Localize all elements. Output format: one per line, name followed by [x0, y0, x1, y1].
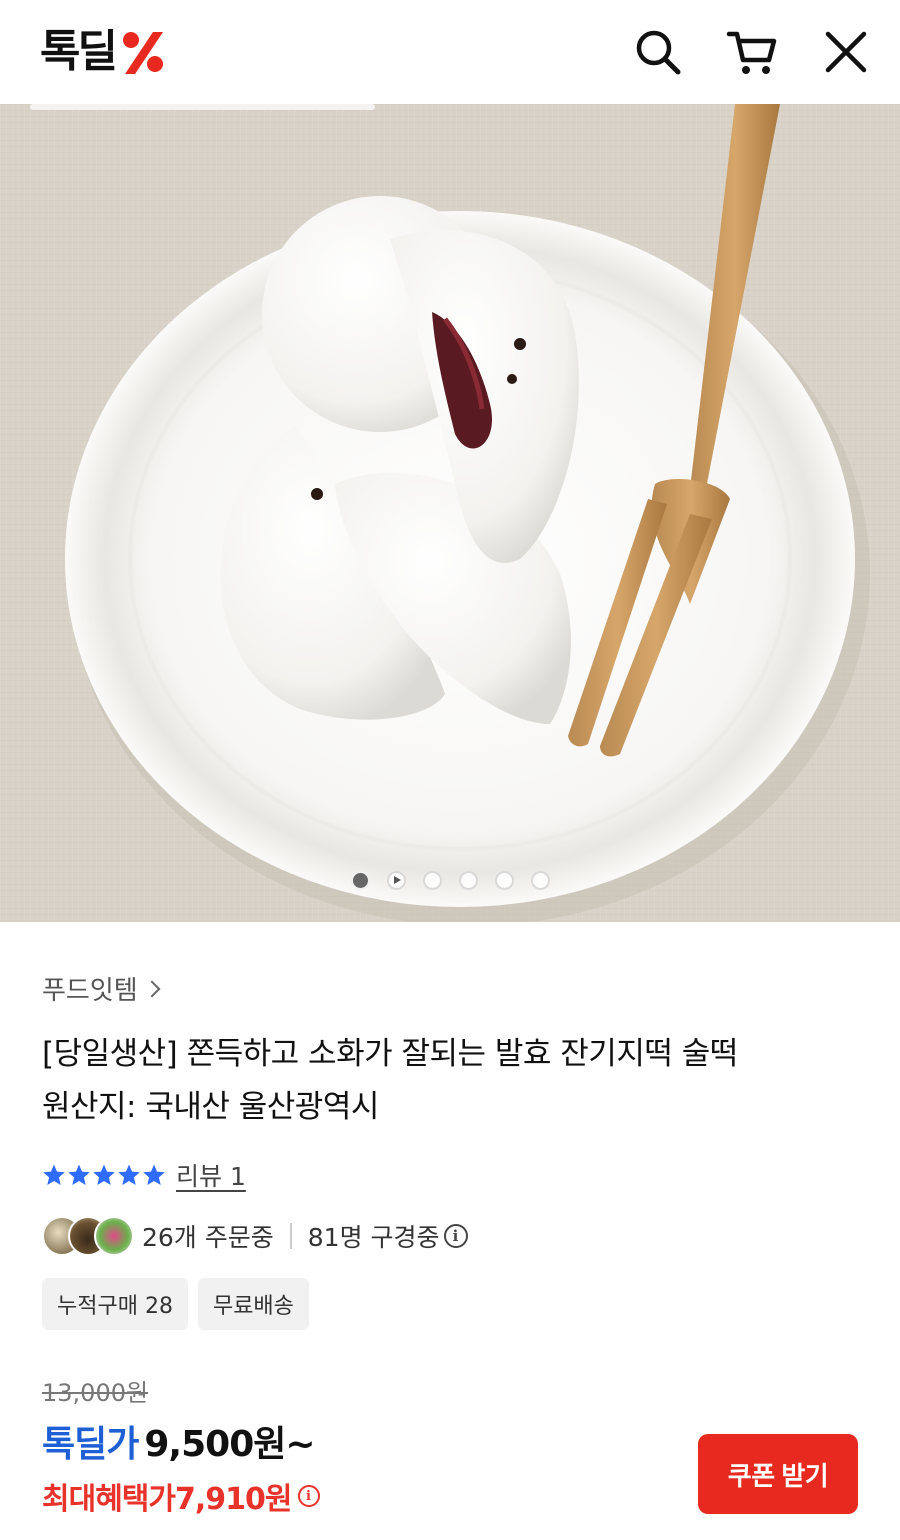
avatar: [94, 1216, 134, 1256]
gallery-dot-6[interactable]: [530, 870, 550, 890]
product-title-line2: 원산지: 국내산 울산광역시: [42, 1089, 379, 1125]
max-benefit-label: 최대혜택가: [42, 1482, 176, 1517]
star-icon: [93, 1164, 115, 1185]
category-label: 푸드잇템: [42, 976, 138, 1006]
star-icon: [68, 1164, 90, 1185]
activity-row: 26개 주문중 81명 구경중 i: [42, 1214, 468, 1258]
gallery-dot-1[interactable]: [350, 870, 370, 890]
max-benefit-row: 최대혜택가 7,910원 i: [42, 1474, 320, 1518]
star-icon: [43, 1164, 65, 1185]
review-link[interactable]: 리뷰 1: [176, 1157, 246, 1193]
logo-percent-icon: [122, 32, 163, 74]
product-image[interactable]: [0, 104, 900, 922]
info-icon[interactable]: i: [443, 1224, 468, 1248]
gallery-dot-5[interactable]: [494, 870, 514, 890]
tokdeal-logo[interactable]: 톡딜: [40, 26, 167, 78]
logo-text: 톡딜: [40, 26, 118, 77]
search-icon[interactable]: [632, 26, 684, 78]
orders-count: 26개 주문중: [142, 1223, 274, 1252]
buyer-avatars: [42, 1216, 134, 1256]
viewers-count: 81명 구경중: [307, 1223, 440, 1252]
gallery-dot-video[interactable]: [386, 870, 406, 890]
divider: [289, 1223, 292, 1249]
original-price: 13,000원: [42, 1379, 149, 1407]
gallery-dot-4[interactable]: [458, 870, 478, 890]
gallery-pagination: [0, 866, 900, 894]
close-icon[interactable]: [820, 26, 872, 78]
play-icon: [393, 876, 401, 884]
star-rating: [42, 1163, 166, 1187]
star-icon: [118, 1164, 140, 1185]
tag-cumulative-purchases: 누적구매 28: [42, 1278, 188, 1330]
deal-price: 9,500원~: [144, 1424, 315, 1465]
max-benefit-price: 7,910원: [175, 1482, 292, 1517]
max-benefit-info-icon[interactable]: i: [297, 1485, 320, 1507]
gallery-dot-3[interactable]: [422, 870, 442, 890]
top-header: 톡딜: [0, 0, 900, 104]
tag-free-shipping: 무료배송: [197, 1278, 309, 1330]
rating-row: 리뷰 1: [42, 1157, 246, 1193]
product-title-line1: [당일생산] 쫀득하고 소화가 잘되는 발효 잔기지떡 술떡: [42, 1036, 738, 1072]
chevron-right-icon: [143, 980, 161, 997]
cart-icon[interactable]: [726, 26, 778, 78]
product-title: [당일생산] 쫀득하고 소화가 잘되는 발효 잔기지떡 술떡 원산지: 국내산 …: [42, 1028, 862, 1134]
category-breadcrumb[interactable]: 푸드잇템: [42, 970, 161, 1007]
get-coupon-button[interactable]: 쿠폰 받기: [698, 1434, 858, 1514]
deal-label: 톡딜가: [42, 1424, 139, 1465]
deal-price-row: 톡딜가 9,500원~: [42, 1415, 316, 1467]
star-icon: [143, 1164, 165, 1185]
product-tags: 누적구매 28 무료배송: [42, 1278, 309, 1330]
